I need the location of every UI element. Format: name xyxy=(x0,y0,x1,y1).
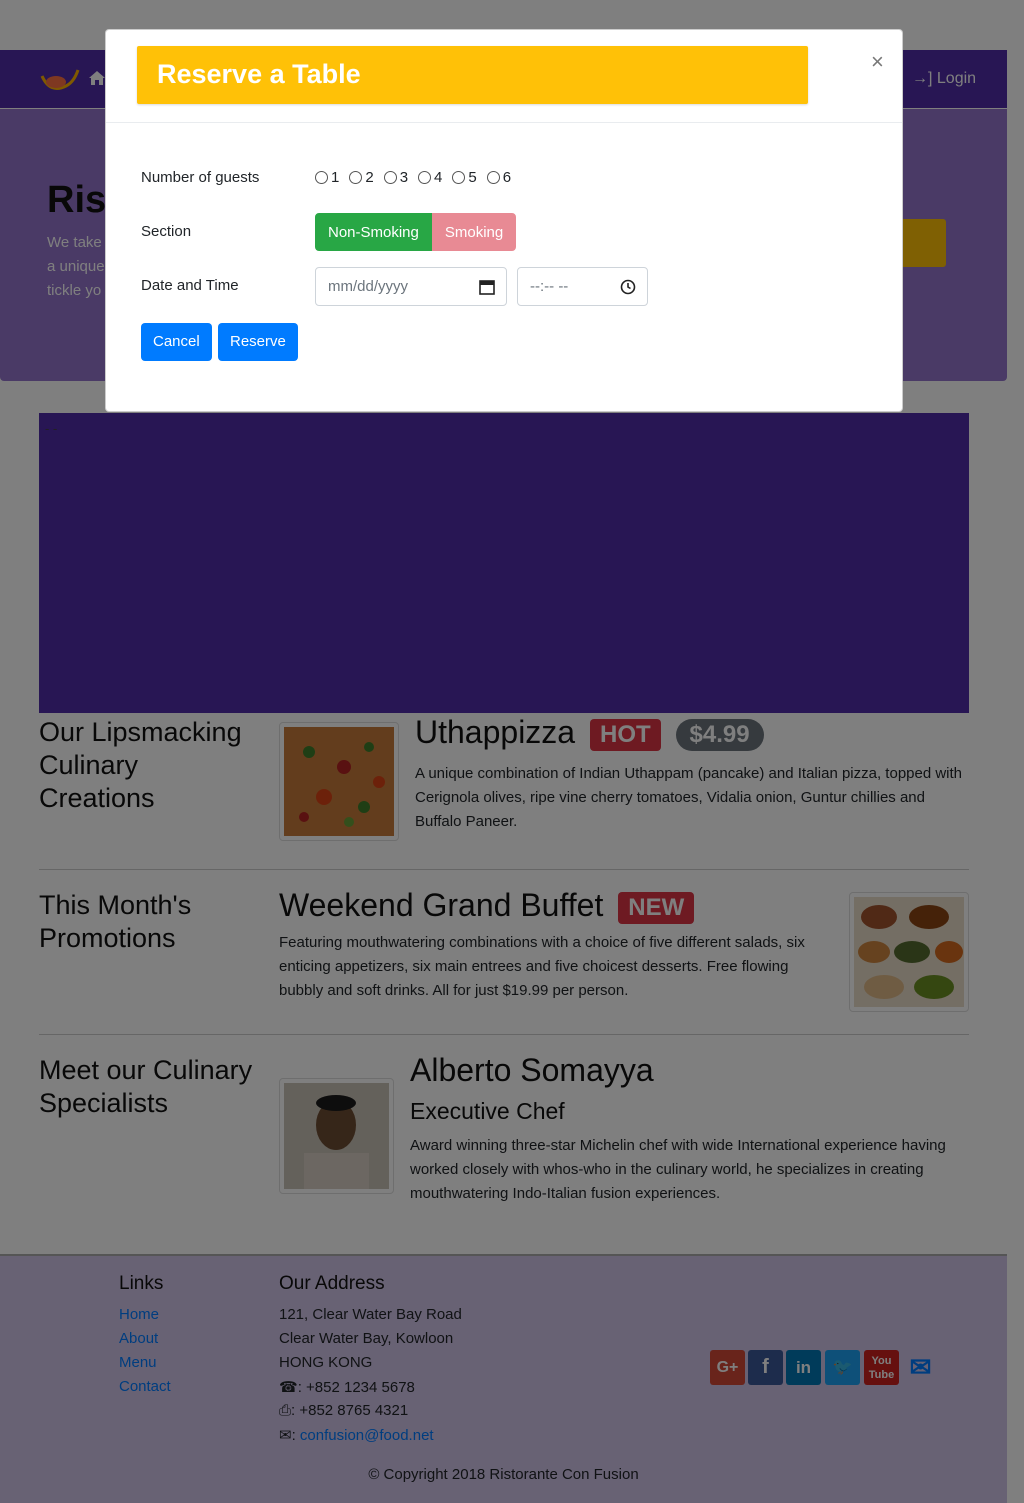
radio-button[interactable] xyxy=(486,171,500,184)
section-label: Section xyxy=(141,223,192,240)
guest-option-5[interactable]: 5 xyxy=(452,169,477,186)
guest-option-1[interactable]: 1 xyxy=(315,169,339,186)
guests-radio-group: 1 2 3 4 5 6 xyxy=(315,169,511,186)
radio-button[interactable] xyxy=(349,171,363,184)
guest-option-4[interactable]: 4 xyxy=(418,169,442,186)
date-input[interactable]: mm/dd/yyyy xyxy=(315,267,507,306)
datetime-label: Date and Time xyxy=(141,277,239,294)
reserve-modal: Reserve a Table × Number of guests 1 2 3… xyxy=(105,29,903,412)
time-placeholder: --:-- -- xyxy=(530,278,569,295)
calendar-icon[interactable] xyxy=(478,278,496,296)
section-toggle: Non-Smoking Smoking xyxy=(315,213,517,251)
time-input[interactable]: --:-- -- xyxy=(517,267,648,306)
guest-option-label: 1 xyxy=(331,169,340,186)
guest-option-3[interactable]: 3 xyxy=(383,169,409,186)
radio-button[interactable] xyxy=(315,171,328,184)
guest-option-label: 2 xyxy=(365,169,374,186)
guest-option-2[interactable]: 2 xyxy=(349,169,374,186)
close-icon[interactable]: × xyxy=(871,49,884,75)
smoking-button[interactable]: Smoking xyxy=(431,213,517,251)
cancel-button[interactable]: Cancel xyxy=(141,323,212,361)
modal-title-banner: Reserve a Table xyxy=(137,46,808,104)
guest-option-label: 6 xyxy=(502,169,512,186)
modal-title: Reserve a Table xyxy=(157,59,361,89)
guest-option-label: 5 xyxy=(468,169,477,186)
radio-button[interactable] xyxy=(383,171,397,184)
radio-button[interactable] xyxy=(452,171,466,184)
non-smoking-button[interactable]: Non-Smoking xyxy=(315,213,432,251)
guest-option-6[interactable]: 6 xyxy=(486,169,512,186)
clock-icon[interactable] xyxy=(619,278,637,296)
reserve-button[interactable]: Reserve xyxy=(218,323,298,361)
guest-option-label: 4 xyxy=(434,169,443,186)
guest-option-label: 3 xyxy=(399,169,409,186)
date-placeholder: mm/dd/yyyy xyxy=(328,278,409,295)
radio-button[interactable] xyxy=(418,171,432,184)
modal-header: Reserve a Table × xyxy=(106,30,902,123)
guests-label: Number of guests xyxy=(141,169,260,186)
